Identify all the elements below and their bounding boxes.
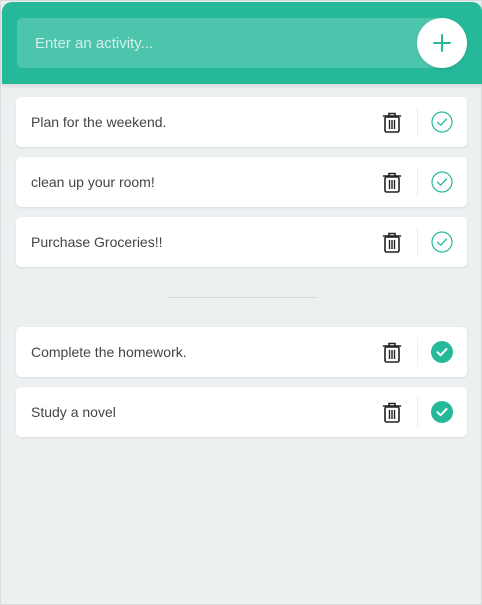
todo-app: Plan for the weekend. cle [0,0,482,605]
uncomplete-button[interactable] [417,387,467,437]
check-circle-icon [431,231,453,253]
trash-icon [382,112,402,133]
plus-icon [433,34,451,52]
activity-input[interactable] [17,18,417,68]
todo-item-label: Plan for the weekend. [31,114,167,130]
completed-item-label: Complete the homework. [31,344,187,360]
check-circle-icon [431,171,453,193]
todo-item-label: clean up your room! [31,174,155,190]
todo-item-label: Purchase Groceries!! [31,234,163,250]
check-circle-filled-icon [431,401,453,423]
list-item: Plan for the weekend. [16,97,467,147]
trash-icon [382,342,402,363]
remove-button[interactable] [367,327,417,377]
remove-button[interactable] [367,97,417,147]
todo-list: Plan for the weekend. clean up your room… [16,97,467,277]
remove-button[interactable] [367,157,417,207]
list-item: Purchase Groceries!! [16,217,467,267]
trash-icon [382,232,402,253]
section-divider [168,297,318,298]
completed-list: Complete the homework. Study a novel [16,327,467,447]
add-activity-button[interactable] [417,18,467,68]
complete-button[interactable] [417,97,467,147]
remove-button[interactable] [367,217,417,267]
remove-button[interactable] [367,387,417,437]
check-circle-filled-icon [431,341,453,363]
list-item: Study a novel [16,387,467,437]
app-header [2,2,482,84]
uncomplete-button[interactable] [417,327,467,377]
list-item: clean up your room! [16,157,467,207]
check-circle-icon [431,111,453,133]
list-item: Complete the homework. [16,327,467,377]
complete-button[interactable] [417,217,467,267]
complete-button[interactable] [417,157,467,207]
trash-icon [382,402,402,423]
completed-item-label: Study a novel [31,404,116,420]
trash-icon [382,172,402,193]
add-activity-bar [17,18,467,68]
